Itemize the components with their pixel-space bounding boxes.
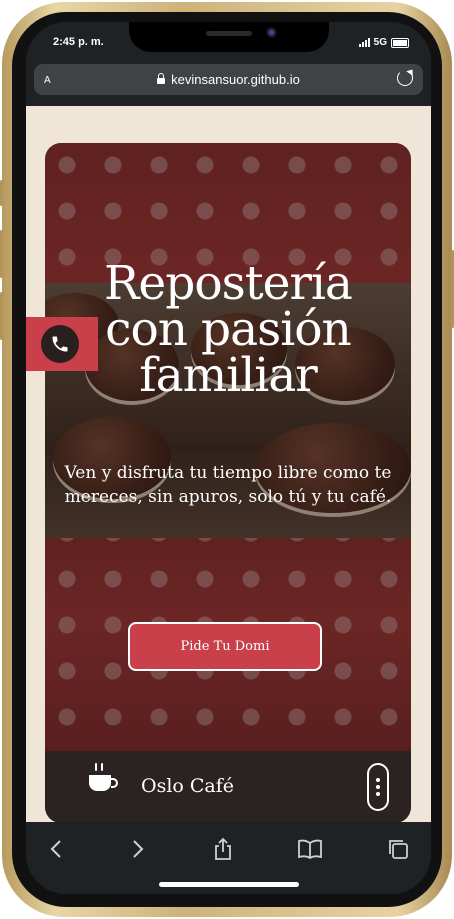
hero-title-line: con pasión bbox=[105, 302, 352, 357]
phone-screen: 2:45 p. m. 5G A kevinsansuor.github.io R… bbox=[26, 22, 431, 894]
speaker bbox=[206, 31, 252, 36]
coffee-cup-icon bbox=[89, 775, 118, 791]
steam bbox=[95, 763, 97, 771]
side-button bbox=[0, 292, 3, 340]
kebab-menu-icon bbox=[376, 792, 380, 796]
kebab-menu-icon bbox=[376, 785, 380, 789]
kebab-menu-icon bbox=[376, 778, 380, 782]
browser-toolbar bbox=[26, 822, 431, 894]
hero-subtitle: Ven y disfruta tu tiempo libre como te m… bbox=[64, 463, 392, 507]
camera bbox=[266, 27, 277, 38]
web-content: Repostería con pasión familiar Ven y dis… bbox=[26, 106, 431, 823]
network-label: 5G bbox=[373, 37, 387, 48]
url-text: kevinsansuor.github.io bbox=[171, 72, 300, 87]
hero-card: Repostería con pasión familiar Ven y dis… bbox=[45, 143, 411, 823]
steam bbox=[101, 763, 103, 771]
url-display[interactable]: kevinsansuor.github.io bbox=[34, 72, 423, 87]
hero-title-line: familiar bbox=[139, 348, 318, 403]
hero-title: Repostería con pasión familiar bbox=[45, 256, 411, 403]
phone-icon-glyph bbox=[52, 336, 68, 352]
url-bar[interactable]: A kevinsansuor.github.io bbox=[34, 64, 423, 95]
forward-icon bbox=[133, 840, 144, 858]
battery-icon bbox=[391, 37, 409, 48]
tabs-button[interactable] bbox=[384, 836, 412, 862]
share-button[interactable] bbox=[209, 836, 237, 862]
brand-name[interactable]: Oslo Café bbox=[141, 775, 234, 797]
signal-icon bbox=[358, 38, 370, 47]
back-icon bbox=[50, 840, 61, 858]
bookmarks-button[interactable] bbox=[296, 836, 324, 862]
tabs-icon bbox=[389, 840, 408, 859]
back-button[interactable] bbox=[42, 836, 70, 862]
reload-icon[interactable] bbox=[397, 70, 413, 86]
site-footer-bar: Oslo Café bbox=[45, 751, 411, 823]
call-button[interactable] bbox=[26, 317, 98, 371]
side-button bbox=[0, 230, 3, 278]
notch bbox=[129, 22, 329, 52]
forward-button[interactable] bbox=[124, 836, 152, 862]
share-icon bbox=[215, 837, 231, 860]
home-indicator bbox=[159, 882, 299, 887]
lock-icon bbox=[157, 73, 166, 84]
status-icons: 5G bbox=[358, 37, 409, 48]
kebab-menu-button[interactable] bbox=[367, 763, 389, 811]
bookmarks-icon bbox=[298, 839, 322, 860]
status-bar: 2:45 p. m. 5G bbox=[26, 22, 431, 68]
side-button bbox=[0, 180, 3, 206]
hero-title-line: Repostería bbox=[104, 256, 353, 311]
phone-icon bbox=[41, 325, 79, 363]
status-time: 2:45 p. m. bbox=[53, 36, 104, 48]
order-button[interactable]: Pide Tu Domi bbox=[128, 622, 322, 671]
